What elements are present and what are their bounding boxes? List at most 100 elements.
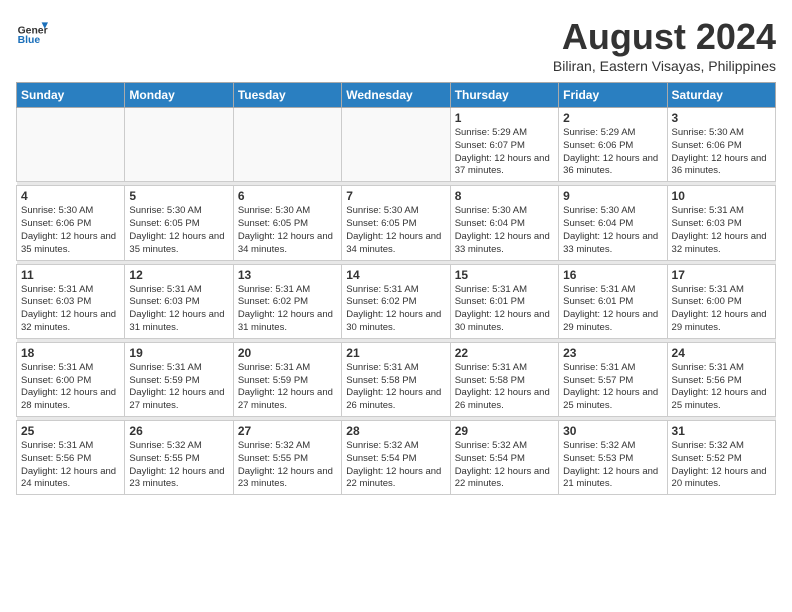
day-info: Sunrise: 5:32 AM Sunset: 5:54 PM Dayligh…	[455, 440, 554, 491]
day-cell: 13 Sunrise: 5:31 AM Sunset: 6:02 PM Dayli…	[233, 264, 341, 338]
day-number: 27	[238, 424, 337, 438]
weekday-header-row: SundayMondayTuesdayWednesdayThursdayFrid…	[17, 83, 776, 108]
day-cell: 29 Sunrise: 5:32 AM Sunset: 5:54 PM Dayli…	[450, 421, 558, 495]
day-number: 9	[563, 189, 662, 203]
day-info: Sunrise: 5:31 AM Sunset: 5:58 PM Dayligh…	[346, 362, 445, 413]
day-number: 15	[455, 268, 554, 282]
day-number: 12	[129, 268, 228, 282]
location: Biliran, Eastern Visayas, Philippines	[553, 58, 776, 74]
day-info: Sunrise: 5:31 AM Sunset: 5:59 PM Dayligh…	[129, 362, 228, 413]
day-cell: 23 Sunrise: 5:31 AM Sunset: 5:57 PM Dayli…	[559, 342, 667, 416]
day-info: Sunrise: 5:31 AM Sunset: 5:59 PM Dayligh…	[238, 362, 337, 413]
day-number: 13	[238, 268, 337, 282]
day-info: Sunrise: 5:30 AM Sunset: 6:05 PM Dayligh…	[346, 205, 445, 256]
day-number: 2	[563, 111, 662, 125]
week-row-2: 4Sunrise: 5:30 AM Sunset: 6:06 PM Daylig…	[17, 186, 776, 260]
day-info: Sunrise: 5:29 AM Sunset: 6:07 PM Dayligh…	[455, 127, 554, 178]
day-info: Sunrise: 5:30 AM Sunset: 6:06 PM Dayligh…	[672, 127, 771, 178]
day-cell: 25 Sunrise: 5:31 AM Sunset: 5:56 PM Dayli…	[17, 421, 125, 495]
day-number: 31	[672, 424, 771, 438]
day-info: Sunrise: 5:31 AM Sunset: 6:00 PM Dayligh…	[672, 284, 771, 335]
weekday-header-thursday: Thursday	[450, 83, 558, 108]
weekday-header-friday: Friday	[559, 83, 667, 108]
day-cell: 14 Sunrise: 5:31 AM Sunset: 6:02 PM Dayli…	[342, 264, 450, 338]
day-info: Sunrise: 5:31 AM Sunset: 5:56 PM Dayligh…	[21, 440, 120, 491]
day-info: Sunrise: 5:31 AM Sunset: 6:02 PM Dayligh…	[346, 284, 445, 335]
day-info: Sunrise: 5:32 AM Sunset: 5:54 PM Dayligh…	[346, 440, 445, 491]
day-number: 7	[346, 189, 445, 203]
day-cell: 16 Sunrise: 5:31 AM Sunset: 6:01 PM Dayli…	[559, 264, 667, 338]
day-cell: 20 Sunrise: 5:31 AM Sunset: 5:59 PM Dayli…	[233, 342, 341, 416]
day-info: Sunrise: 5:31 AM Sunset: 6:03 PM Dayligh…	[129, 284, 228, 335]
day-number: 23	[563, 346, 662, 360]
logo-icon: General Blue	[16, 16, 48, 48]
day-number: 6	[238, 189, 337, 203]
day-cell: 19 Sunrise: 5:31 AM Sunset: 5:59 PM Dayli…	[125, 342, 233, 416]
day-cell: 18Sunrise: 5:31 AM Sunset: 6:00 PM Dayli…	[17, 342, 125, 416]
weekday-header-wednesday: Wednesday	[342, 83, 450, 108]
day-info: Sunrise: 5:31 AM Sunset: 6:01 PM Dayligh…	[563, 284, 662, 335]
day-info: Sunrise: 5:32 AM Sunset: 5:55 PM Dayligh…	[238, 440, 337, 491]
day-cell: 2 Sunrise: 5:29 AM Sunset: 6:06 PM Daylig…	[559, 108, 667, 182]
day-cell: 9 Sunrise: 5:30 AM Sunset: 6:04 PM Daylig…	[559, 186, 667, 260]
day-cell: 3 Sunrise: 5:30 AM Sunset: 6:06 PM Daylig…	[667, 108, 775, 182]
day-number: 1	[455, 111, 554, 125]
week-row-5: 25 Sunrise: 5:31 AM Sunset: 5:56 PM Dayli…	[17, 421, 776, 495]
day-cell: 11Sunrise: 5:31 AM Sunset: 6:03 PM Dayli…	[17, 264, 125, 338]
day-cell: 27 Sunrise: 5:32 AM Sunset: 5:55 PM Dayli…	[233, 421, 341, 495]
day-cell: 7 Sunrise: 5:30 AM Sunset: 6:05 PM Daylig…	[342, 186, 450, 260]
day-cell: 10 Sunrise: 5:31 AM Sunset: 6:03 PM Dayli…	[667, 186, 775, 260]
day-info: Sunrise: 5:29 AM Sunset: 6:06 PM Dayligh…	[563, 127, 662, 178]
day-info: Sunrise: 5:30 AM Sunset: 6:04 PM Dayligh…	[455, 205, 554, 256]
day-number: 25	[21, 424, 120, 438]
day-info: Sunrise: 5:31 AM Sunset: 5:57 PM Dayligh…	[563, 362, 662, 413]
weekday-header-saturday: Saturday	[667, 83, 775, 108]
day-number: 5	[129, 189, 228, 203]
day-cell: 15 Sunrise: 5:31 AM Sunset: 6:01 PM Dayli…	[450, 264, 558, 338]
day-cell: 24Sunrise: 5:31 AM Sunset: 5:56 PM Dayli…	[667, 342, 775, 416]
week-row-3: 11 Sunrise: 5:31 AM Sunset: 6:03 PM Dayli…	[17, 264, 776, 338]
day-info: Sunrise: 5:31 AM Sunset: 6:02 PM Dayligh…	[238, 284, 337, 335]
day-number: 26	[129, 424, 228, 438]
day-info: Sunrise: 5:32 AM Sunset: 5:55 PM Dayligh…	[129, 440, 228, 491]
day-number: 19	[129, 346, 228, 360]
weekday-header-monday: Monday	[125, 83, 233, 108]
weekday-header-sunday: Sunday	[17, 83, 125, 108]
day-number: 14	[346, 268, 445, 282]
week-row-1: 1 Sunrise: 5:29 AM Sunset: 6:07 PM Daylig…	[17, 108, 776, 182]
day-cell: 22Sunrise: 5:31 AM Sunset: 5:58 PM Dayli…	[450, 342, 558, 416]
calendar-table: SundayMondayTuesdayWednesdayThursdayFrid…	[16, 82, 776, 495]
day-info: Sunrise: 5:30 AM Sunset: 6:05 PM Dayligh…	[129, 205, 228, 256]
day-cell	[17, 108, 125, 182]
day-number: 21	[346, 346, 445, 360]
day-info: Sunrise: 5:31 AM Sunset: 5:58 PM Dayligh…	[455, 362, 554, 413]
day-cell: 30Sunrise: 5:32 AM Sunset: 5:53 PM Dayli…	[559, 421, 667, 495]
day-cell: 8 Sunrise: 5:30 AM Sunset: 6:04 PM Daylig…	[450, 186, 558, 260]
day-number: 3	[672, 111, 771, 125]
logo: General Blue	[16, 16, 48, 48]
page-header: General Blue August 2024 Biliran, Easter…	[16, 16, 776, 74]
day-info: Sunrise: 5:30 AM Sunset: 6:04 PM Dayligh…	[563, 205, 662, 256]
day-number: 20	[238, 346, 337, 360]
day-cell: 5 Sunrise: 5:30 AM Sunset: 6:05 PM Daylig…	[125, 186, 233, 260]
day-info: Sunrise: 5:32 AM Sunset: 5:52 PM Dayligh…	[672, 440, 771, 491]
day-info: Sunrise: 5:31 AM Sunset: 6:03 PM Dayligh…	[672, 205, 771, 256]
day-cell	[342, 108, 450, 182]
day-cell	[233, 108, 341, 182]
day-number: 29	[455, 424, 554, 438]
day-number: 17	[672, 268, 771, 282]
title-block: August 2024 Biliran, Eastern Visayas, Ph…	[553, 16, 776, 74]
day-cell	[125, 108, 233, 182]
day-number: 11	[21, 268, 120, 282]
day-info: Sunrise: 5:32 AM Sunset: 5:53 PM Dayligh…	[563, 440, 662, 491]
day-number: 8	[455, 189, 554, 203]
week-row-4: 18Sunrise: 5:31 AM Sunset: 6:00 PM Dayli…	[17, 342, 776, 416]
day-cell: 4Sunrise: 5:30 AM Sunset: 6:06 PM Daylig…	[17, 186, 125, 260]
day-number: 4	[21, 189, 120, 203]
day-number: 10	[672, 189, 771, 203]
day-number: 18	[21, 346, 120, 360]
day-info: Sunrise: 5:31 AM Sunset: 6:01 PM Dayligh…	[455, 284, 554, 335]
day-number: 16	[563, 268, 662, 282]
day-cell: 26 Sunrise: 5:32 AM Sunset: 5:55 PM Dayli…	[125, 421, 233, 495]
day-cell: 31 Sunrise: 5:32 AM Sunset: 5:52 PM Dayli…	[667, 421, 775, 495]
